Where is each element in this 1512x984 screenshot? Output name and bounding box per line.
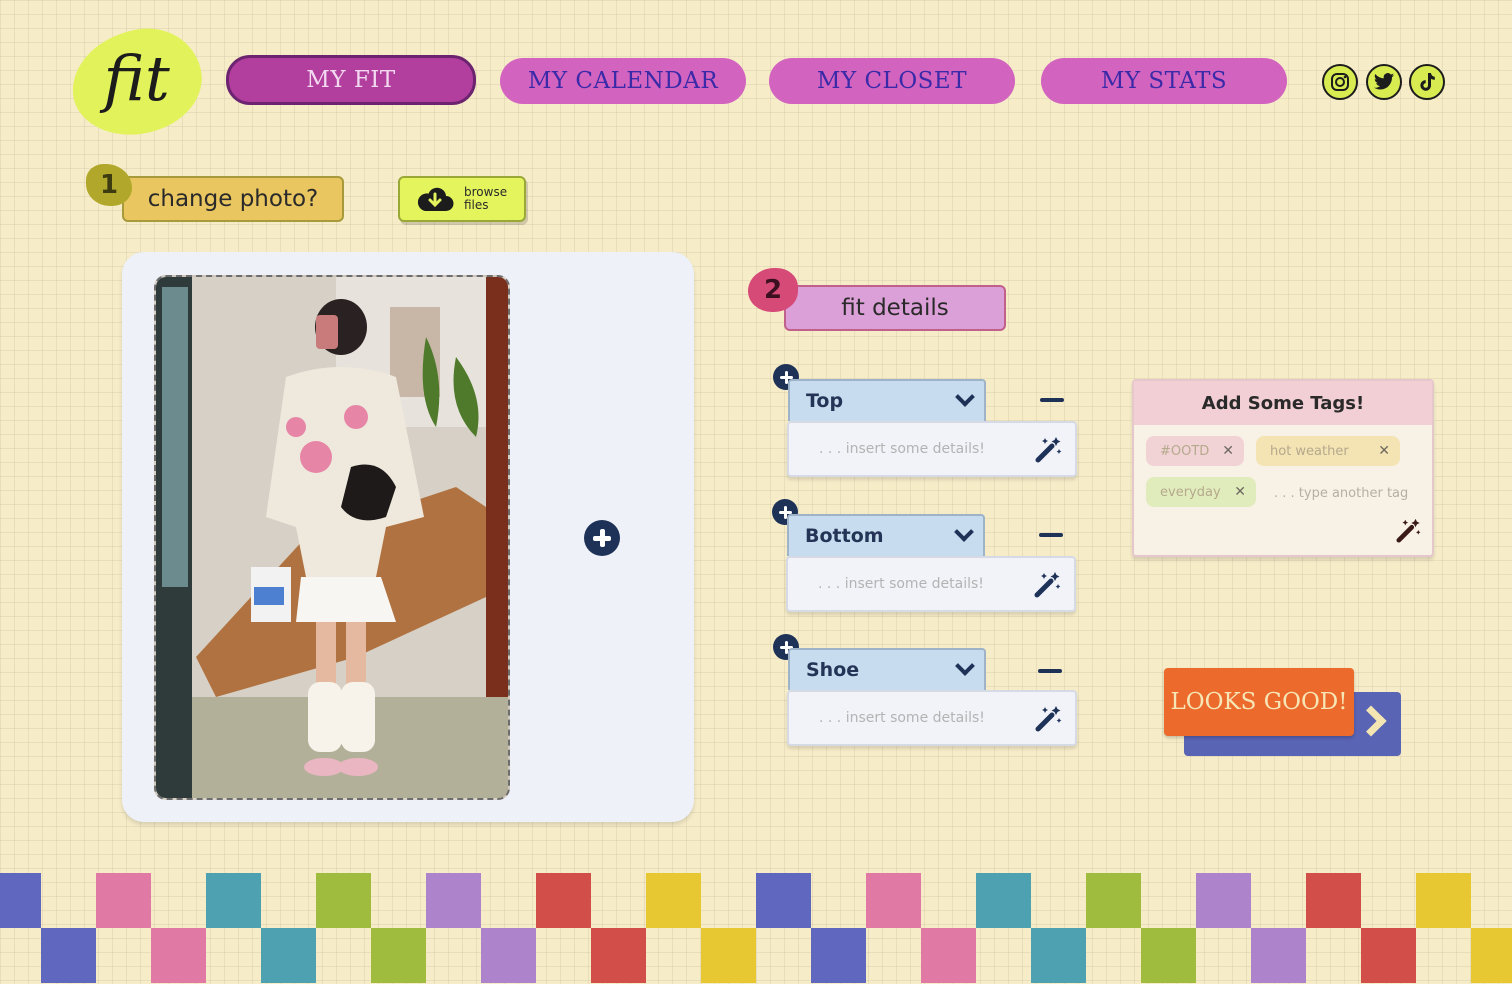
looks-good-button[interactable]: LOOKS GOOD! <box>1164 668 1354 736</box>
logo-text: fit <box>103 41 170 115</box>
checker-tile <box>1306 873 1361 928</box>
fit-details-label: fit details <box>784 285 1006 331</box>
checker-tile <box>316 873 371 928</box>
checker-tile <box>921 928 976 983</box>
checker-tile <box>371 928 426 983</box>
twitter-icon[interactable] <box>1366 64 1402 100</box>
shoe-select[interactable]: Shoe <box>788 648 986 690</box>
nav-my-closet[interactable]: MY CLOSET <box>769 58 1015 104</box>
checker-tile <box>206 873 261 928</box>
browse-files-label: browse files <box>464 186 507 212</box>
magic-wand-icon[interactable] <box>1035 435 1063 463</box>
tag-label: everyday <box>1160 484 1221 500</box>
shoe-details-field[interactable] <box>787 690 1077 746</box>
magic-wand-icon[interactable] <box>1396 517 1422 543</box>
top-details-input[interactable] <box>819 441 1019 457</box>
tags-title: Add Some Tags! <box>1134 381 1432 425</box>
bottom-details-field[interactable] <box>786 556 1076 612</box>
checker-tile <box>0 873 41 928</box>
chevron-down-icon <box>955 656 975 676</box>
shoe-details-input[interactable] <box>819 710 1019 726</box>
remove-tag-icon[interactable]: ✕ <box>1234 484 1246 500</box>
magic-wand-icon[interactable] <box>1034 570 1062 598</box>
checker-tile <box>976 873 1031 928</box>
chevron-down-icon <box>955 387 975 407</box>
checker-tile <box>1141 928 1196 983</box>
nav-my-stats[interactable]: MY STATS <box>1041 58 1287 104</box>
tag-chip[interactable]: everyday ✕ <box>1146 477 1256 507</box>
checker-tile <box>866 873 921 928</box>
checker-tile <box>1251 928 1306 983</box>
step-2-badge: 2 <box>748 268 798 312</box>
checker-tile <box>591 928 646 983</box>
remove-tag-icon[interactable]: ✕ <box>1378 443 1390 459</box>
checker-tile <box>646 873 701 928</box>
new-tag-input[interactable] <box>1274 486 1414 501</box>
checker-tile <box>151 928 206 983</box>
browse-label-line2: files <box>464 198 489 212</box>
checker-tile <box>261 928 316 983</box>
add-photo-button[interactable] <box>584 520 620 556</box>
shoe-select-label: Shoe <box>806 659 860 681</box>
checker-tile <box>481 928 536 983</box>
checker-footer <box>0 873 1512 984</box>
tags-card: Add Some Tags! #OOTD ✕ hot weather ✕ eve… <box>1132 379 1434 557</box>
top-details-field[interactable] <box>787 421 1077 477</box>
cloud-download-icon <box>417 187 454 211</box>
magic-wand-icon[interactable] <box>1035 704 1063 732</box>
checker-tile <box>41 928 96 983</box>
top-select-label: Top <box>806 390 844 412</box>
bottom-details-input[interactable] <box>818 576 1018 592</box>
remove-bottom-button[interactable] <box>1039 533 1063 537</box>
checker-tile <box>1416 873 1471 928</box>
checker-tile <box>1471 928 1512 983</box>
checker-tile <box>1031 928 1086 983</box>
checker-tile <box>1196 873 1251 928</box>
outfit-photo[interactable] <box>154 275 510 800</box>
tag-chip[interactable]: hot weather ✕ <box>1256 436 1400 466</box>
logo[interactable]: fit <box>65 21 209 143</box>
tag-chip[interactable]: #OOTD ✕ <box>1146 436 1244 466</box>
tag-label: #OOTD <box>1160 443 1210 459</box>
nav-my-calendar[interactable]: MY CALENDAR <box>500 58 746 104</box>
step-1-badge: 1 <box>86 164 132 206</box>
bottom-select[interactable]: Bottom <box>787 514 985 556</box>
checker-tile <box>701 928 756 983</box>
nav-my-fit[interactable]: MY FIT <box>226 55 476 105</box>
bottom-select-label: Bottom <box>805 525 884 547</box>
checker-tile <box>1361 928 1416 983</box>
checker-tile <box>811 928 866 983</box>
tiktok-icon[interactable] <box>1409 64 1445 100</box>
checker-tile <box>536 873 591 928</box>
browse-files-button[interactable]: browse files <box>398 176 526 222</box>
tag-label: hot weather <box>1270 443 1349 459</box>
change-photo-label: change photo? <box>122 176 344 222</box>
remove-tag-icon[interactable]: ✕ <box>1222 443 1234 459</box>
chevron-down-icon <box>954 522 974 542</box>
checker-tile <box>96 873 151 928</box>
remove-top-button[interactable] <box>1040 398 1064 402</box>
checker-tile <box>426 873 481 928</box>
checker-tile <box>756 873 811 928</box>
top-select[interactable]: Top <box>788 379 986 421</box>
remove-shoe-button[interactable] <box>1038 669 1062 673</box>
checker-tile <box>1086 873 1141 928</box>
instagram-icon[interactable] <box>1322 64 1358 100</box>
